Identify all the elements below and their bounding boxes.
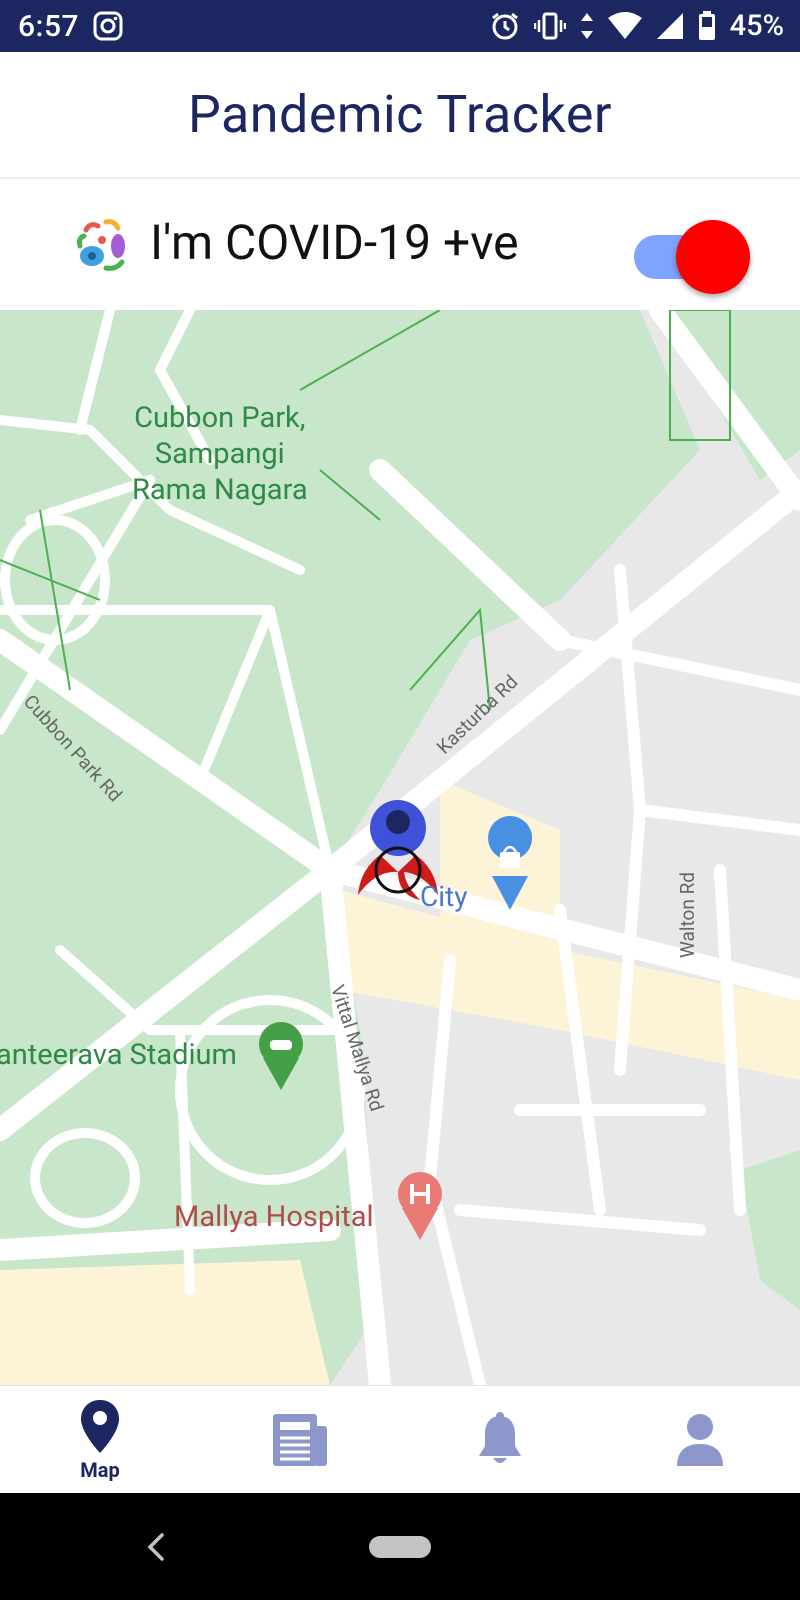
- battery-icon: [698, 11, 716, 41]
- park-label-line1: Cubbon Park,: [134, 401, 306, 435]
- vibrate-icon: [533, 11, 566, 41]
- map-pin-icon: [79, 1398, 121, 1456]
- map-label-mall: City: [420, 880, 468, 913]
- status-bar: 6:57 45%: [0, 0, 800, 52]
- nav-item-profile[interactable]: [600, 1386, 800, 1493]
- covid-status-row: I'm COVID-19 +ve: [0, 180, 800, 310]
- virus-icon: [72, 216, 132, 276]
- nav-item-map[interactable]: Map: [0, 1386, 200, 1493]
- user-icon: [675, 1412, 725, 1468]
- instagram-icon: [93, 11, 123, 41]
- page-title: Pandemic Tracker: [187, 84, 613, 145]
- status-left: 6:57: [18, 9, 123, 44]
- covid-status-label: I'm COVID-19 +ve: [150, 214, 519, 271]
- data-arrows-icon: [580, 11, 594, 41]
- alarm-icon: [490, 11, 520, 41]
- covid-positive-toggle[interactable]: [632, 220, 756, 294]
- park-label-line3: Rama Nagara: [132, 473, 308, 507]
- park-label-line2: Sampangi: [154, 437, 285, 471]
- map-view[interactable]: Cubbon Park, Sampangi Rama Nagara anteer…: [0, 310, 800, 1385]
- nav-label-map: Map: [80, 1457, 120, 1482]
- wifi-icon: [607, 12, 642, 40]
- bell-icon: [477, 1411, 523, 1468]
- map-label-park: Cubbon Park, Sampangi Rama Nagara: [132, 400, 308, 508]
- signal-icon: [656, 12, 684, 40]
- status-right: 45%: [490, 9, 784, 43]
- system-navigation-bar: [0, 1493, 800, 1600]
- hospital-pin-icon: [398, 1172, 442, 1240]
- battery-percent: 45%: [729, 9, 784, 43]
- nav-item-news[interactable]: [200, 1386, 400, 1493]
- back-chevron-icon[interactable]: [142, 1529, 170, 1565]
- map-label-stadium: anteerava Stadium: [0, 1038, 237, 1072]
- home-pill-button[interactable]: [369, 1536, 431, 1558]
- road-label-walton: Walton Rd: [676, 871, 699, 958]
- status-time: 6:57: [18, 8, 80, 44]
- app-header: Pandemic Tracker: [0, 52, 800, 178]
- nav-item-alerts[interactable]: [400, 1386, 600, 1493]
- toggle-thumb: [676, 220, 750, 294]
- newspaper-icon: [271, 1412, 329, 1468]
- map-canvas: [0, 310, 800, 1385]
- map-label-hospital: Mallya Hospital: [174, 1200, 374, 1234]
- bottom-navigation: Map: [0, 1385, 800, 1493]
